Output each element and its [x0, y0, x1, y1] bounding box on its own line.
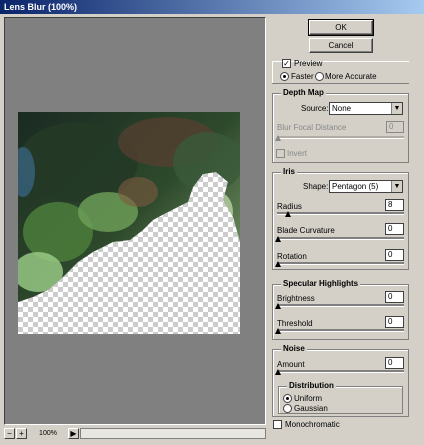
chevron-down-icon: ▼ [391, 103, 402, 114]
shape-select[interactable]: Pentagon (5) ▼ [329, 180, 403, 193]
more-accurate-radio[interactable] [315, 72, 324, 81]
threshold-label: Threshold [277, 319, 313, 328]
slider-thumb[interactable] [275, 369, 281, 375]
slider-thumb[interactable] [275, 328, 281, 334]
slider-thumb[interactable] [275, 135, 281, 141]
more-accurate-label: More Accurate [325, 72, 377, 81]
brightness-slider[interactable] [275, 303, 404, 309]
blur-focal-distance-slider[interactable] [275, 135, 404, 141]
amount-slider[interactable] [275, 369, 404, 375]
blade-curvature-slider[interactable] [275, 236, 404, 242]
amount-input[interactable]: 0 [385, 357, 404, 369]
radius-slider[interactable] [277, 211, 404, 217]
shape-value: Pentagon (5) [332, 182, 379, 191]
blur-focal-distance-label: Blur Focal Distance [277, 123, 347, 132]
amount-label: Amount [277, 360, 305, 369]
shape-label: Shape: [303, 182, 329, 191]
threshold-input[interactable]: 0 [385, 316, 404, 328]
chevron-down-icon: ▼ [391, 181, 402, 192]
faster-label: Faster [291, 72, 314, 81]
radius-input[interactable]: 8 [385, 199, 404, 211]
photo-layer [18, 112, 240, 302]
gaussian-radio[interactable] [283, 404, 292, 413]
source-label: Source: [301, 104, 329, 113]
source-value: None [332, 104, 352, 113]
gaussian-label: Gaussian [294, 404, 328, 413]
preview-area[interactable] [4, 17, 266, 425]
brightness-label: Brightness [277, 294, 315, 303]
depth-map-title: Depth Map [281, 88, 326, 97]
preview-image [18, 112, 240, 334]
slider-thumb[interactable] [275, 261, 281, 267]
cancel-button[interactable]: Cancel [309, 38, 373, 53]
horizontal-scrollbar[interactable] [80, 428, 266, 439]
slider-thumb[interactable] [275, 236, 281, 242]
zoom-out-button[interactable]: − [4, 428, 15, 439]
slider-thumb[interactable] [275, 303, 281, 309]
zoom-level: 100% [39, 430, 57, 437]
blade-curvature-input[interactable]: 0 [385, 223, 404, 235]
iris-title: Iris [281, 167, 298, 176]
threshold-slider[interactable] [275, 328, 404, 334]
zoom-in-button[interactable]: + [16, 428, 27, 439]
uniform-radio[interactable] [283, 394, 292, 403]
invert-label: Invert [287, 149, 308, 158]
ok-button[interactable]: OK [308, 19, 374, 36]
monochromatic-checkbox[interactable] [273, 420, 282, 429]
source-select[interactable]: None ▼ [329, 102, 403, 115]
radius-label: Radius [277, 202, 302, 211]
scroll-arrow-button[interactable]: ▶ [68, 428, 79, 439]
rotation-slider[interactable] [275, 261, 404, 267]
uniform-label: Uniform [294, 394, 323, 403]
brightness-input[interactable]: 0 [385, 291, 404, 303]
preview-checkbox[interactable]: ✓ [282, 59, 291, 68]
specular-highlights-title: Specular Highlights [281, 279, 361, 288]
blur-focal-distance-input[interactable]: 0 [386, 121, 404, 133]
monochromatic-label: Monochromatic [285, 420, 340, 429]
invert-checkbox[interactable] [276, 149, 285, 158]
zoom-statusbar: − + 100% ▶ [4, 428, 266, 441]
preview-label: Preview [294, 59, 323, 68]
rotation-input[interactable]: 0 [385, 249, 404, 261]
distribution-title: Distribution [287, 381, 336, 390]
blade-curvature-label: Blade Curvature [277, 226, 335, 235]
rotation-label: Rotation [277, 252, 307, 261]
faster-radio[interactable] [280, 72, 289, 81]
slider-thumb[interactable] [285, 211, 291, 217]
noise-title: Noise [281, 344, 307, 353]
window-title: Lens Blur (100%) [0, 0, 424, 14]
